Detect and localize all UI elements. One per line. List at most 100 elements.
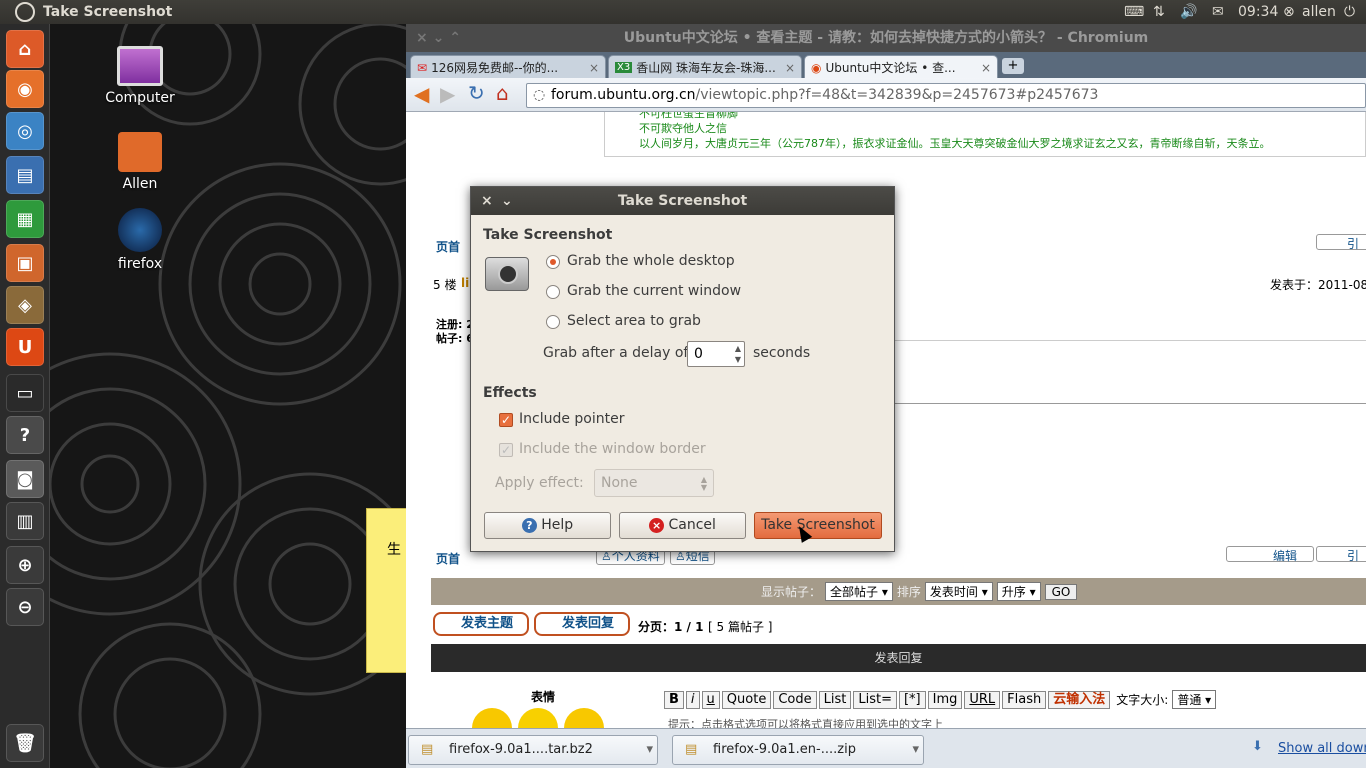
workspace-switcher-icon[interactable]: ▥: [6, 502, 44, 540]
keyboard-icon[interactable]: ⌨: [1124, 4, 1144, 20]
smiley-icon[interactable]: [472, 708, 512, 728]
terminal-icon[interactable]: ▭: [6, 374, 44, 412]
window-controls[interactable]: × ⌄ ⌃: [416, 24, 461, 52]
sort-select[interactable]: 发表时间 ▾: [924, 582, 993, 601]
clock[interactable]: 09:34: [1238, 4, 1278, 20]
delay-label: Grab after a delay of: [543, 345, 689, 361]
forward-icon[interactable]: ▶: [440, 82, 455, 106]
ime-button[interactable]: 云输入法: [1048, 690, 1111, 709]
impress-icon[interactable]: ▣: [6, 244, 44, 282]
display-options-bar: 显示帖子： 全部帖子 ▾ 排序 发表时间 ▾ 升序 ▾ GO: [431, 578, 1366, 605]
sticky-note[interactable]: 生: [366, 508, 406, 673]
include-pointer-checkbox[interactable]: ✓: [499, 413, 513, 427]
help-icon[interactable]: ?: [6, 416, 44, 454]
network-icon[interactable]: ⇅: [1153, 4, 1165, 20]
close-tab-icon[interactable]: ×: [589, 61, 599, 75]
file-icon: ▤: [421, 742, 434, 757]
delay-unit: seconds: [753, 345, 811, 361]
power-icon[interactable]: ⏻: [1344, 4, 1355, 20]
chevron-down-icon[interactable]: ▾: [646, 736, 653, 764]
quote-button[interactable]: 引: [1316, 546, 1366, 563]
flash-button[interactable]: Flash: [1002, 690, 1047, 709]
list-item-button[interactable]: [*]: [898, 690, 926, 709]
globe-icon: [118, 208, 162, 252]
firefox-icon[interactable]: ◉: [6, 70, 44, 108]
address-bar[interactable]: ◌ forum.ubuntu.org.cn/viewtopic.php?f=48…: [526, 83, 1366, 108]
ordered-list-button[interactable]: List=: [853, 690, 897, 709]
quote-button[interactable]: 引: [1316, 234, 1366, 251]
new-topic-button[interactable]: 发表主题: [433, 612, 529, 636]
edit-button[interactable]: 编辑: [1226, 546, 1314, 563]
ubuntu-one-icon[interactable]: U: [6, 328, 44, 366]
download-item[interactable]: ▤ firefox-9.0a1....tar.bz2 ▾: [408, 735, 658, 765]
bbcode-toolbar: B i u Quote Code List List= [*] Img URL …: [664, 690, 1217, 709]
delay-spinbutton[interactable]: 0 ▲ ▼: [687, 341, 745, 367]
post-username[interactable]: li: [461, 276, 469, 290]
reload-icon[interactable]: ↻: [468, 81, 485, 105]
close-icon[interactable]: ×: [481, 187, 493, 215]
radio-select-area-label[interactable]: Select area to grab: [567, 313, 701, 329]
code-button[interactable]: Code: [773, 690, 817, 709]
close-tab-icon[interactable]: ×: [981, 61, 991, 75]
writer-icon[interactable]: ▤: [6, 156, 44, 194]
radio-current-window-label[interactable]: Grab the current window: [567, 283, 741, 299]
chevron-down-icon[interactable]: ⌄: [501, 187, 513, 215]
radio-select-area[interactable]: [546, 315, 560, 329]
show-all-downloads-link[interactable]: Show all down: [1278, 741, 1366, 756]
zoom-out-icon[interactable]: ⊖: [6, 588, 44, 626]
close-tab-icon[interactable]: ×: [785, 61, 795, 75]
page-icon: ◌: [533, 87, 546, 103]
top-link[interactable]: 页首: [436, 550, 460, 567]
trash-icon[interactable]: 🗑: [6, 724, 44, 762]
computer-desktop-icon[interactable]: Computer: [95, 46, 185, 106]
smiley-icons[interactable]: [472, 708, 604, 728]
new-tab-button[interactable]: +: [1002, 58, 1024, 74]
radio-whole-desktop[interactable]: [546, 255, 560, 269]
tab-126-mail[interactable]: ✉ 126网易免费邮--你的... ×: [410, 55, 606, 79]
take-screenshot-button[interactable]: Take Screenshot: [754, 512, 882, 539]
back-icon[interactable]: ◀: [414, 82, 429, 106]
underline-button[interactable]: u: [701, 690, 720, 709]
user-name[interactable]: allen: [1302, 4, 1336, 20]
quote-tag-button[interactable]: Quote: [721, 690, 772, 709]
display-select[interactable]: 全部帖子 ▾: [825, 582, 893, 601]
ubuntu-logo-icon[interactable]: [15, 2, 35, 22]
url-button[interactable]: URL: [964, 690, 1001, 709]
cancel-button[interactable]: × Cancel: [619, 512, 746, 539]
include-pointer-label[interactable]: Include pointer: [519, 411, 625, 427]
img-button[interactable]: Img: [927, 690, 963, 709]
radio-whole-desktop-label[interactable]: Grab the whole desktop: [567, 253, 735, 269]
top-link[interactable]: 页首: [436, 238, 460, 255]
list-button[interactable]: List: [818, 690, 852, 709]
calc-icon[interactable]: ▦: [6, 200, 44, 238]
home-folder-icon[interactable]: ⌂: [6, 30, 44, 68]
apply-effect-label: Apply effect:: [495, 475, 584, 491]
user-status-icon[interactable]: ⊗: [1283, 4, 1295, 20]
font-size-select[interactable]: 普通 ▾: [1172, 690, 1217, 709]
go-button[interactable]: GO: [1044, 583, 1078, 600]
mail-icon[interactable]: ✉: [1212, 4, 1224, 20]
delay-value[interactable]: 0: [694, 346, 703, 362]
order-select[interactable]: 升序 ▾: [996, 582, 1041, 601]
help-button[interactable]: ? Help: [484, 512, 611, 539]
download-item[interactable]: ▤ firefox-9.0a1.en-....zip ▾: [672, 735, 924, 765]
screenshot-icon[interactable]: ◙: [6, 460, 44, 498]
italic-button[interactable]: i: [685, 690, 700, 709]
tab-xiangshan[interactable]: X3 香山网 珠海车友会-珠海... ×: [608, 55, 802, 79]
chromium-icon[interactable]: ◎: [6, 112, 44, 150]
smiley-icon[interactable]: [518, 708, 558, 728]
tab-ubuntu-forum[interactable]: ◉ Ubuntu中文论坛 • 查... ×: [804, 55, 998, 79]
magnifier-icon[interactable]: ⊕: [6, 546, 44, 584]
chevron-down-icon[interactable]: ▾: [912, 736, 919, 764]
post-reply-button[interactable]: 发表回复: [534, 612, 630, 636]
software-center-icon[interactable]: ◈: [6, 286, 44, 324]
home-icon[interactable]: ⌂: [496, 81, 509, 105]
spin-arrows-icon[interactable]: ▲ ▼: [735, 343, 741, 365]
apply-effect-combo: None ▲ ▼: [594, 469, 714, 497]
allen-home-desktop-icon[interactable]: Allen: [95, 132, 185, 192]
radio-current-window[interactable]: [546, 285, 560, 299]
volume-icon[interactable]: 🔊: [1180, 4, 1197, 20]
firefox-desktop-icon[interactable]: firefox: [95, 208, 185, 272]
bold-button[interactable]: B: [664, 690, 684, 709]
smiley-icon[interactable]: [564, 708, 604, 728]
